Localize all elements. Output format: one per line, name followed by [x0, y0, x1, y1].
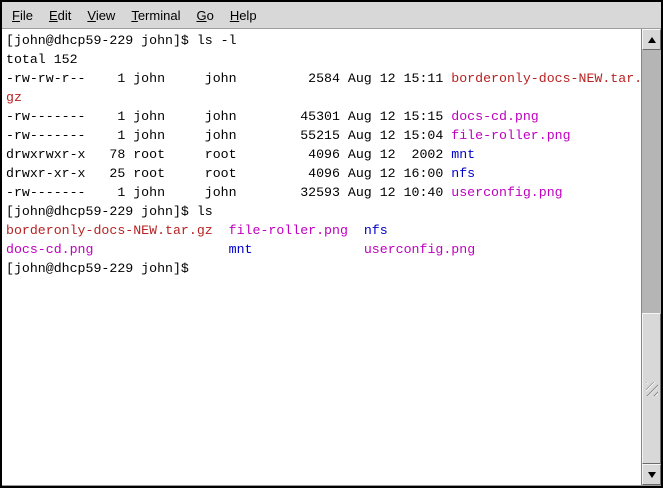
menubar: File Edit View Terminal Go Help [2, 2, 661, 29]
terminal-line: -rw------- 1 john john 45301 Aug 12 15:1… [6, 107, 641, 126]
terminal-line: [john@dhcp59-229 john]$ ls [6, 202, 641, 221]
terminal-text: total 152 [6, 52, 78, 67]
menu-go-label-rest: o [207, 8, 214, 23]
file-name: userconfig.png [451, 185, 562, 200]
terminal-line: borderonly-docs-NEW.tar.gz file-roller.p… [6, 221, 641, 240]
terminal-text: drwxrwxr-x 78 root root 4096 Aug 12 2002 [6, 147, 451, 162]
file-name: file-roller.png [451, 128, 570, 143]
menu-edit-label: E [49, 8, 58, 23]
menu-edit[interactable]: Edit [49, 8, 71, 23]
menu-terminal[interactable]: Terminal [131, 8, 180, 23]
down-arrow-icon [648, 472, 656, 478]
file-name: mnt [451, 147, 475, 162]
terminal-line: total 152 [6, 50, 641, 69]
terminal-text [93, 242, 228, 257]
terminal-line: drwxr-xr-x 25 root root 4096 Aug 12 16:0… [6, 164, 641, 183]
file-name: nfs [364, 223, 388, 238]
terminal-line: -rw-rw-r-- 1 john john 2584 Aug 12 15:11… [6, 69, 641, 88]
terminal-text: [john@dhcp59-229 john]$ [6, 261, 189, 276]
thumb-grip-icon [646, 382, 658, 396]
terminal-line: [john@dhcp59-229 john]$ [6, 259, 641, 278]
terminal-line: -rw------- 1 john john 55215 Aug 12 15:0… [6, 126, 641, 145]
menu-help[interactable]: Help [230, 8, 257, 23]
menu-view-label-rest: iew [96, 8, 116, 23]
scroll-up-button[interactable] [642, 29, 661, 50]
terminal-line: docs-cd.png mnt userconfig.png [6, 240, 641, 259]
menu-terminal-label-rest: erminal [138, 8, 181, 23]
menu-go-label: G [196, 8, 206, 23]
terminal-text [348, 223, 364, 238]
file-name: mnt [229, 242, 253, 257]
terminal-text: -rw-rw-r-- 1 john john 2584 Aug 12 15:11 [6, 71, 451, 86]
terminal-text [253, 242, 364, 257]
terminal-line: [john@dhcp59-229 john]$ ls -l [6, 31, 641, 50]
file-name: borderonly-docs-NEW.tar.gz [6, 223, 213, 238]
file-name: borderonly-docs-NEW.tar. [451, 71, 641, 86]
file-name: gz [6, 90, 22, 105]
terminal-text: [john@dhcp59-229 john]$ ls [6, 204, 213, 219]
menu-edit-label-rest: dit [58, 8, 72, 23]
file-name: userconfig.png [364, 242, 475, 257]
menu-file-label-rest: ile [20, 8, 33, 23]
scrollbar [641, 29, 661, 485]
menu-view[interactable]: View [87, 8, 115, 23]
terminal-text: [john@dhcp59-229 john]$ ls -l [6, 33, 237, 48]
menu-go[interactable]: Go [196, 8, 213, 23]
terminal-text: drwxr-xr-x 25 root root 4096 Aug 12 16:0… [6, 166, 451, 181]
up-arrow-icon [648, 37, 656, 43]
scrollbar-thumb[interactable] [642, 313, 661, 464]
menu-file[interactable]: File [12, 8, 33, 23]
terminal-line: -rw------- 1 john john 32593 Aug 12 10:4… [6, 183, 641, 202]
file-name: docs-cd.png [451, 109, 538, 124]
scroll-down-button[interactable] [642, 464, 661, 485]
menu-help-label-rest: elp [239, 8, 256, 23]
terminal-window: File Edit View Terminal Go Help [john@dh… [0, 0, 663, 488]
terminal-line: gz [6, 88, 641, 107]
file-name: nfs [451, 166, 475, 181]
menu-file-label: F [12, 8, 20, 23]
terminal-text: -rw------- 1 john john 32593 Aug 12 10:4… [6, 185, 451, 200]
file-name: file-roller.png [229, 223, 348, 238]
menu-view-label: V [87, 8, 95, 23]
file-name: docs-cd.png [6, 242, 93, 257]
terminal-text: -rw------- 1 john john 55215 Aug 12 15:0… [6, 128, 451, 143]
menu-help-label: H [230, 8, 239, 23]
terminal-text: -rw------- 1 john john 45301 Aug 12 15:1… [6, 109, 451, 124]
terminal-output[interactable]: [john@dhcp59-229 john]$ ls -l total 152 -r… [2, 29, 641, 485]
scrollbar-trough[interactable] [642, 50, 661, 464]
terminal-line: drwxrwxr-x 78 root root 4096 Aug 12 2002… [6, 145, 641, 164]
terminal-text [213, 223, 229, 238]
terminal-content: [john@dhcp59-229 john]$ ls -l total 152 -r… [2, 29, 661, 486]
